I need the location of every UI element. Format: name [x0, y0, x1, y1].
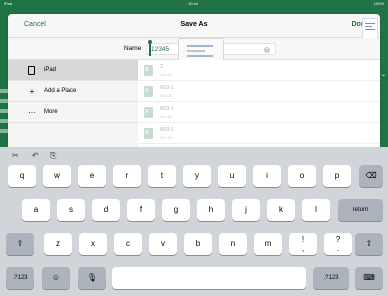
- excel-file-icon: X: [144, 86, 153, 97]
- file-row[interactable]: X 663-1 Oct 26: [138, 123, 380, 144]
- file-name: 663-1: [160, 85, 175, 91]
- keyboard: ✂ ↶ ⎘ q w e r t y u i o p ⌫ a s d f g h j k l return ⇧ z x c v b n m…: [0, 147, 388, 296]
- clear-icon[interactable]: ×: [264, 47, 270, 53]
- status-device: iPad: [4, 1, 13, 6]
- key-!,[interactable]: ! ,: [289, 233, 317, 255]
- key-y[interactable]: y: [183, 165, 211, 187]
- space-key[interactable]: [112, 267, 306, 289]
- key-f[interactable]: f: [127, 199, 155, 221]
- file-date: Oct 26: [160, 93, 172, 98]
- key-r[interactable]: r: [113, 165, 141, 187]
- plus-icon: +: [29, 87, 35, 96]
- locations-sidebar: iPad + Add a Place ··· More: [8, 60, 138, 147]
- key-b[interactable]: b: [184, 233, 212, 255]
- status-bar: iPad 10:44 100%: [0, 0, 388, 7]
- excel-file-icon: X: [144, 128, 153, 139]
- sidebar-item-label: iPad: [44, 67, 57, 73]
- sidebar-item-label: More: [44, 109, 58, 115]
- key-d[interactable]: d: [92, 199, 120, 221]
- sidebar-item-ipad[interactable]: iPad: [8, 60, 138, 81]
- file-name: 663-1: [160, 127, 175, 133]
- key-?.[interactable]: ? .: [324, 233, 352, 255]
- dialog-navbar: Cancel Save As Done: [8, 14, 380, 42]
- key-e[interactable]: e: [78, 165, 106, 187]
- key-t[interactable]: t: [148, 165, 176, 187]
- paste-icon[interactable]: ⎘: [50, 151, 56, 161]
- right-edge: ⌄: [380, 7, 388, 147]
- shift-left-key[interactable]: ⇧: [6, 233, 34, 255]
- key-h[interactable]: h: [197, 199, 225, 221]
- ipad-icon: [28, 66, 36, 75]
- excel-file-icon: X: [144, 107, 153, 118]
- key-a[interactable]: a: [22, 199, 50, 221]
- sidebar-item-add-place[interactable]: + Add a Place: [8, 81, 138, 102]
- key-w[interactable]: w: [43, 165, 71, 187]
- key-u[interactable]: u: [218, 165, 246, 187]
- key-p[interactable]: p: [323, 165, 351, 187]
- key-c[interactable]: c: [114, 233, 142, 255]
- file-name: 663-1: [160, 106, 175, 112]
- return-key[interactable]: return: [338, 199, 383, 221]
- file-row[interactable]: X 663-1 Oct 26: [138, 81, 380, 102]
- microphone-key[interactable]: 🎙: [78, 267, 106, 289]
- keyboard-shortcut-bar: ✂ ↶ ⎘: [0, 147, 388, 164]
- chevron-down-icon: ⌄: [381, 72, 387, 78]
- save-as-dialog: Cancel Save As Done Name 12345 × iPad +: [8, 14, 380, 147]
- key-z[interactable]: z: [44, 233, 72, 255]
- numbers-right-key[interactable]: .?123: [313, 267, 349, 289]
- file-name: 2: [160, 64, 164, 70]
- key-m[interactable]: m: [254, 233, 282, 255]
- status-battery: 100%: [373, 1, 384, 6]
- name-label: Name: [124, 45, 142, 52]
- backspace-key[interactable]: ⌫: [359, 165, 383, 187]
- numbers-left-key[interactable]: .?123: [6, 267, 34, 289]
- keyboard-dismiss-key[interactable]: ⌨: [355, 267, 383, 289]
- emoji-key[interactable]: ☺: [42, 267, 70, 289]
- file-list: X 2 Oct 26 X 663-1 Oct 26 X 663-1 Oct 26…: [138, 60, 380, 147]
- key-j[interactable]: j: [232, 199, 260, 221]
- name-value: 12345: [151, 46, 170, 53]
- key-v[interactable]: v: [149, 233, 177, 255]
- key-q[interactable]: q: [8, 165, 36, 187]
- file-date: Oct 26: [160, 114, 172, 119]
- key-x[interactable]: x: [79, 233, 107, 255]
- sidebar-item-more[interactable]: ··· More: [8, 102, 138, 123]
- file-date: Oct 26: [160, 135, 172, 140]
- excel-file-icon: X: [144, 65, 153, 76]
- file-date: Oct 26: [160, 72, 172, 77]
- key-o[interactable]: o: [288, 165, 316, 187]
- sidebar-item-label: Add a Place: [44, 88, 77, 94]
- shift-right-key[interactable]: ⇧: [355, 233, 383, 255]
- key-l[interactable]: l: [302, 199, 330, 221]
- file-row[interactable]: X 663-1 Oct 26: [138, 102, 380, 123]
- key-n[interactable]: n: [219, 233, 247, 255]
- undo-icon[interactable]: ↶: [32, 151, 39, 160]
- more-icon: ···: [28, 108, 36, 117]
- cut-icon[interactable]: ✂: [12, 151, 19, 160]
- key-s[interactable]: s: [57, 199, 85, 221]
- file-row[interactable]: X 2 Oct 26: [138, 60, 380, 81]
- status-time: 10:44: [188, 1, 199, 6]
- key-i[interactable]: i: [253, 165, 281, 187]
- row-headers: [0, 7, 8, 147]
- dialog-title: Save As: [180, 21, 208, 28]
- key-g[interactable]: g: [162, 199, 190, 221]
- key-k[interactable]: k: [267, 199, 295, 221]
